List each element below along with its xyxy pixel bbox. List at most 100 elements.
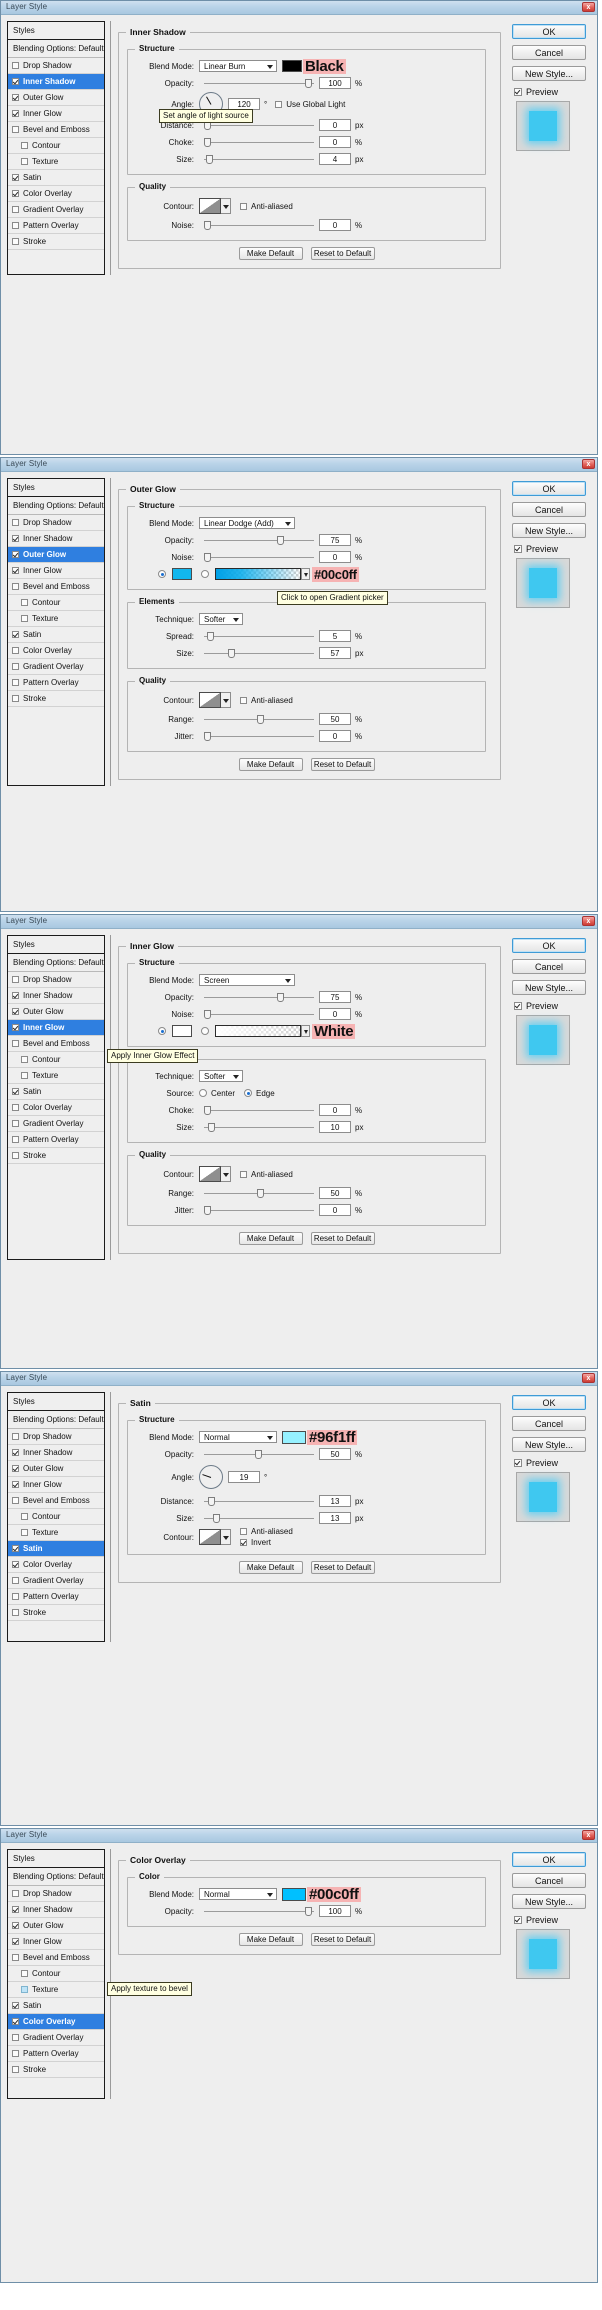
jitter-slider[interactable]: [204, 1204, 314, 1216]
slider-knob[interactable]: [204, 1106, 211, 1115]
checkbox-gradient-overlay[interactable]: [12, 206, 19, 213]
make-default-button[interactable]: Make Default: [238, 758, 303, 771]
spread-slider[interactable]: [204, 630, 314, 642]
preview-toggle[interactable]: Preview: [514, 87, 592, 97]
reset-to-default-button[interactable]: Reset to Default: [310, 1933, 375, 1946]
cancel-button[interactable]: Cancel: [512, 502, 586, 517]
sidebar-item-bevel-and-emboss[interactable]: Bevel and Emboss: [8, 1950, 104, 1966]
noise-input[interactable]: 0: [319, 551, 351, 563]
preview-toggle[interactable]: Preview: [514, 1458, 592, 1468]
make-default-button[interactable]: Make Default: [238, 1933, 303, 1946]
glow-color-swatch[interactable]: [172, 568, 192, 580]
checkbox-texture[interactable]: [21, 1529, 28, 1536]
choke-slider[interactable]: [204, 1104, 314, 1116]
opacity-slider[interactable]: [204, 1448, 314, 1460]
checkbox-inner-glow[interactable]: [12, 1024, 19, 1031]
slider-knob[interactable]: [254, 1450, 262, 1459]
checkbox-stroke[interactable]: [12, 1152, 19, 1159]
opacity-input[interactable]: 100: [319, 1905, 351, 1917]
checkbox-outer-glow[interactable]: [12, 1465, 19, 1472]
technique-select[interactable]: Softer: [199, 1070, 243, 1082]
sidebar-item-satin[interactable]: Satin: [8, 1084, 104, 1100]
reset-to-default-button[interactable]: Reset to Default: [310, 1232, 375, 1245]
sidebar-item-contour[interactable]: Contour: [8, 1966, 104, 1982]
make-default-button[interactable]: Make Default: [238, 1561, 303, 1574]
preview-toggle[interactable]: Preview: [514, 1915, 592, 1925]
slider-knob[interactable]: [208, 1123, 216, 1132]
checkbox-bevel-and-emboss[interactable]: [12, 1040, 19, 1047]
slider-knob[interactable]: [228, 649, 236, 658]
sidebar-item-color-overlay[interactable]: Color Overlay: [8, 2014, 104, 2030]
blending-options-item[interactable]: Blending Options: Default: [8, 1868, 104, 1886]
size-input[interactable]: 4: [319, 153, 351, 165]
sidebar-item-satin[interactable]: Satin: [8, 1541, 104, 1557]
size-slider[interactable]: [204, 647, 314, 659]
jitter-slider[interactable]: [204, 730, 314, 742]
slider-knob[interactable]: [212, 1514, 220, 1523]
checkbox-outer-glow[interactable]: [12, 1008, 19, 1015]
checkbox-pattern-overlay[interactable]: [12, 222, 19, 229]
sidebar-item-inner-glow[interactable]: Inner Glow: [8, 1020, 104, 1036]
make-default-button[interactable]: Make Default: [238, 1232, 303, 1245]
invert-toggle[interactable]: Invert: [240, 1538, 293, 1547]
new-style-button[interactable]: New Style...: [512, 1437, 586, 1452]
ok-button[interactable]: OK: [512, 938, 586, 953]
sidebar-item-outer-glow[interactable]: Outer Glow: [8, 547, 104, 563]
slider-knob[interactable]: [204, 732, 211, 741]
new-style-button[interactable]: New Style...: [512, 1894, 586, 1909]
spread-input[interactable]: 5: [319, 630, 351, 642]
blending-options-item[interactable]: Blending Options: Default: [8, 497, 104, 515]
checkbox-bevel-and-emboss[interactable]: [12, 126, 19, 133]
sidebar-item-pattern-overlay[interactable]: Pattern Overlay: [8, 675, 104, 691]
checkbox-gradient-overlay[interactable]: [12, 1577, 19, 1584]
checkbox-gradient-overlay[interactable]: [12, 663, 19, 670]
sidebar-item-outer-glow[interactable]: Outer Glow: [8, 90, 104, 106]
opacity-input[interactable]: 100: [319, 77, 351, 89]
checkbox-inner-glow[interactable]: [12, 567, 19, 574]
title-bar[interactable]: Layer Style x: [1, 915, 597, 929]
close-icon[interactable]: x: [582, 459, 595, 469]
checkbox-inner-glow[interactable]: [12, 1481, 19, 1488]
checkbox-outer-glow[interactable]: [12, 1922, 19, 1929]
sidebar-item-inner-shadow[interactable]: Inner Shadow: [8, 74, 104, 90]
sidebar-item-contour[interactable]: Contour: [8, 595, 104, 611]
sidebar-item-texture[interactable]: Texture: [8, 1982, 104, 1998]
close-icon[interactable]: x: [582, 1830, 595, 1840]
sidebar-item-outer-glow[interactable]: Outer Glow: [8, 1918, 104, 1934]
sidebar-item-bevel-and-emboss[interactable]: Bevel and Emboss: [8, 122, 104, 138]
checkbox-preview[interactable]: [514, 1459, 522, 1467]
checkbox-drop-shadow[interactable]: [12, 976, 19, 983]
sidebar-item-bevel-and-emboss[interactable]: Bevel and Emboss: [8, 1036, 104, 1052]
title-bar[interactable]: Layer Style x: [1, 1, 597, 15]
checkbox-pattern-overlay[interactable]: [12, 679, 19, 686]
angle-input[interactable]: 19: [228, 1471, 260, 1483]
make-default-button[interactable]: Make Default: [238, 247, 303, 260]
checkbox-contour[interactable]: [21, 599, 28, 606]
chevron-down-icon[interactable]: [301, 1025, 310, 1037]
contour-picker[interactable]: [199, 1529, 231, 1545]
opacity-input[interactable]: 75: [319, 991, 351, 1003]
distance-input[interactable]: 13: [319, 1495, 351, 1507]
checkbox-stroke[interactable]: [12, 2066, 19, 2073]
checkbox-contour[interactable]: [21, 1970, 28, 1977]
sidebar-item-stroke[interactable]: Stroke: [8, 1148, 104, 1164]
sidebar-item-pattern-overlay[interactable]: Pattern Overlay: [8, 2046, 104, 2062]
distance-input[interactable]: 0: [319, 119, 351, 131]
checkbox-contour[interactable]: [21, 142, 28, 149]
title-bar[interactable]: Layer Style x: [1, 1829, 597, 1843]
checkbox-outer-glow[interactable]: [12, 551, 19, 558]
shadow-color-swatch[interactable]: [282, 60, 302, 72]
blending-options-item[interactable]: Blending Options: Default: [8, 954, 104, 972]
checkbox-preview[interactable]: [514, 88, 522, 96]
contour-thumbnail[interactable]: [199, 198, 221, 214]
opacity-input[interactable]: 75: [319, 534, 351, 546]
size-slider[interactable]: [204, 1512, 314, 1524]
sidebar-item-satin[interactable]: Satin: [8, 170, 104, 186]
checkbox-gradient-overlay[interactable]: [12, 1120, 19, 1127]
opacity-slider[interactable]: [204, 1905, 314, 1917]
checkbox-bevel-and-emboss[interactable]: [12, 1954, 19, 1961]
blend-mode-select[interactable]: Screen: [199, 974, 295, 986]
sidebar-item-inner-shadow[interactable]: Inner Shadow: [8, 1445, 104, 1461]
preview-toggle[interactable]: Preview: [514, 1001, 592, 1011]
jitter-input[interactable]: 0: [319, 730, 351, 742]
